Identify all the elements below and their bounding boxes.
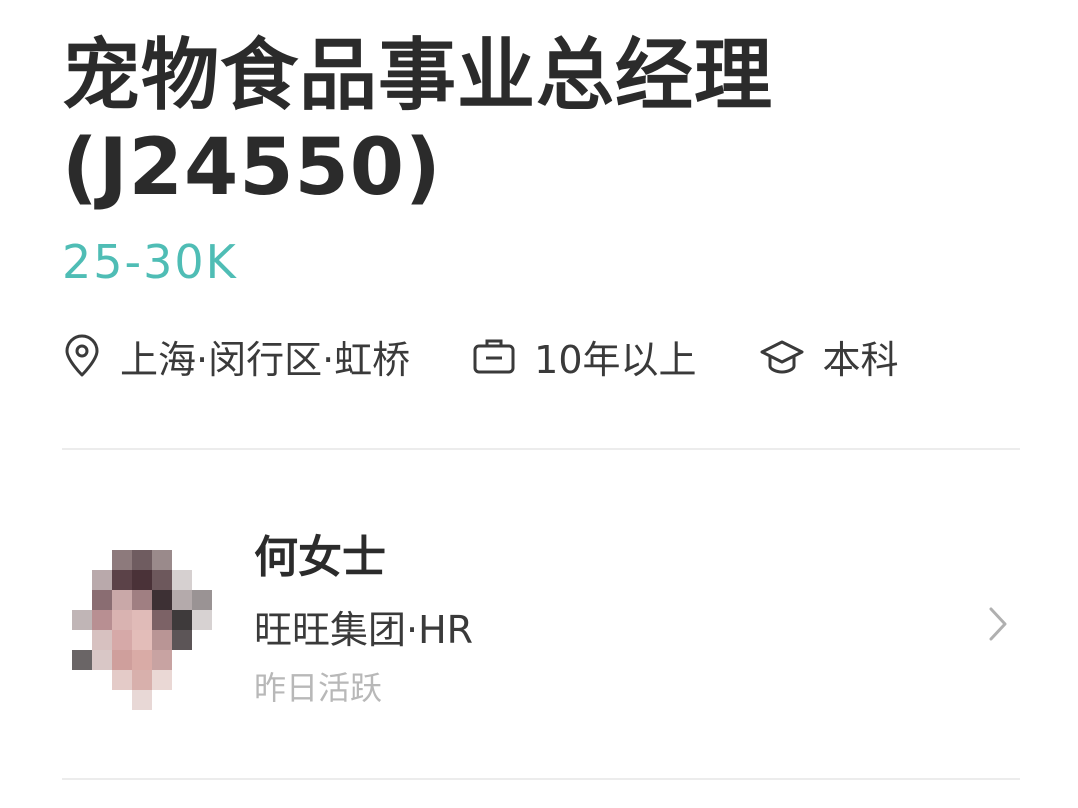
- location-pin-icon: [62, 334, 102, 378]
- divider: [62, 778, 1020, 780]
- avatar-pixel: [152, 610, 172, 630]
- salary-range: 25-30K: [62, 235, 238, 289]
- avatar-pixel: [132, 630, 152, 650]
- avatar-pixel: [192, 590, 212, 610]
- avatar-pixel: [172, 630, 192, 650]
- experience-info: 10年以上: [472, 329, 697, 384]
- avatar-pixel: [112, 670, 132, 690]
- avatar-pixel: [132, 610, 152, 630]
- avatar-pixel: [132, 590, 152, 610]
- avatar-pixel: [152, 630, 172, 650]
- avatar-pixel: [92, 590, 112, 610]
- education-info: 本科: [759, 329, 899, 384]
- avatar-pixel: [92, 610, 112, 630]
- avatar-pixel: [132, 670, 152, 690]
- avatar: [72, 550, 212, 710]
- avatar-pixel: [112, 650, 132, 670]
- avatar-pixel: [192, 610, 212, 630]
- avatar-pixel: [112, 630, 132, 650]
- avatar-pixel: [152, 550, 172, 570]
- avatar-pixel: [112, 590, 132, 610]
- avatar-pixel: [92, 650, 112, 670]
- avatar-pixel: [132, 690, 152, 710]
- avatar-pixel: [172, 590, 192, 610]
- location-info: 上海·闵行区·虹桥: [62, 329, 410, 384]
- avatar-pixel: [132, 550, 152, 570]
- avatar-pixel: [112, 610, 132, 630]
- avatar-pixel: [72, 610, 92, 630]
- recruiter-company-role: 旺旺集团·HR: [254, 608, 474, 652]
- avatar-pixel: [112, 550, 132, 570]
- avatar-pixel: [172, 610, 192, 630]
- avatar-pixel: [112, 570, 132, 590]
- avatar-pixel: [152, 650, 172, 670]
- avatar-pixel: [72, 650, 92, 670]
- avatar-pixel: [132, 650, 152, 670]
- briefcase-icon: [472, 336, 516, 376]
- graduation-cap-icon: [759, 336, 805, 376]
- avatar-pixel: [92, 630, 112, 650]
- job-title: 宠物食品事业总经理(J24550): [62, 31, 774, 213]
- recruiter-card[interactable]: 何女士 旺旺集团·HR 昨日活跃: [60, 520, 1020, 720]
- chevron-right-icon[interactable]: [986, 604, 1010, 648]
- avatar-pixel: [152, 670, 172, 690]
- avatar-pixel: [92, 570, 112, 590]
- avatar-pixel: [152, 590, 172, 610]
- recruiter-active-status: 昨日活跃: [254, 669, 383, 707]
- experience-text: 10年以上: [534, 337, 697, 382]
- location-text: 上海·闵行区·虹桥: [120, 337, 411, 382]
- avatar-pixel: [152, 570, 172, 590]
- divider: [62, 448, 1020, 450]
- education-text: 本科: [822, 337, 899, 382]
- avatar-pixel: [132, 570, 152, 590]
- avatar-pixel: [172, 570, 192, 590]
- recruiter-name: 何女士: [254, 532, 386, 583]
- job-requirements-row: 上海·闵行区·虹桥 10年以上 本科: [62, 326, 899, 386]
